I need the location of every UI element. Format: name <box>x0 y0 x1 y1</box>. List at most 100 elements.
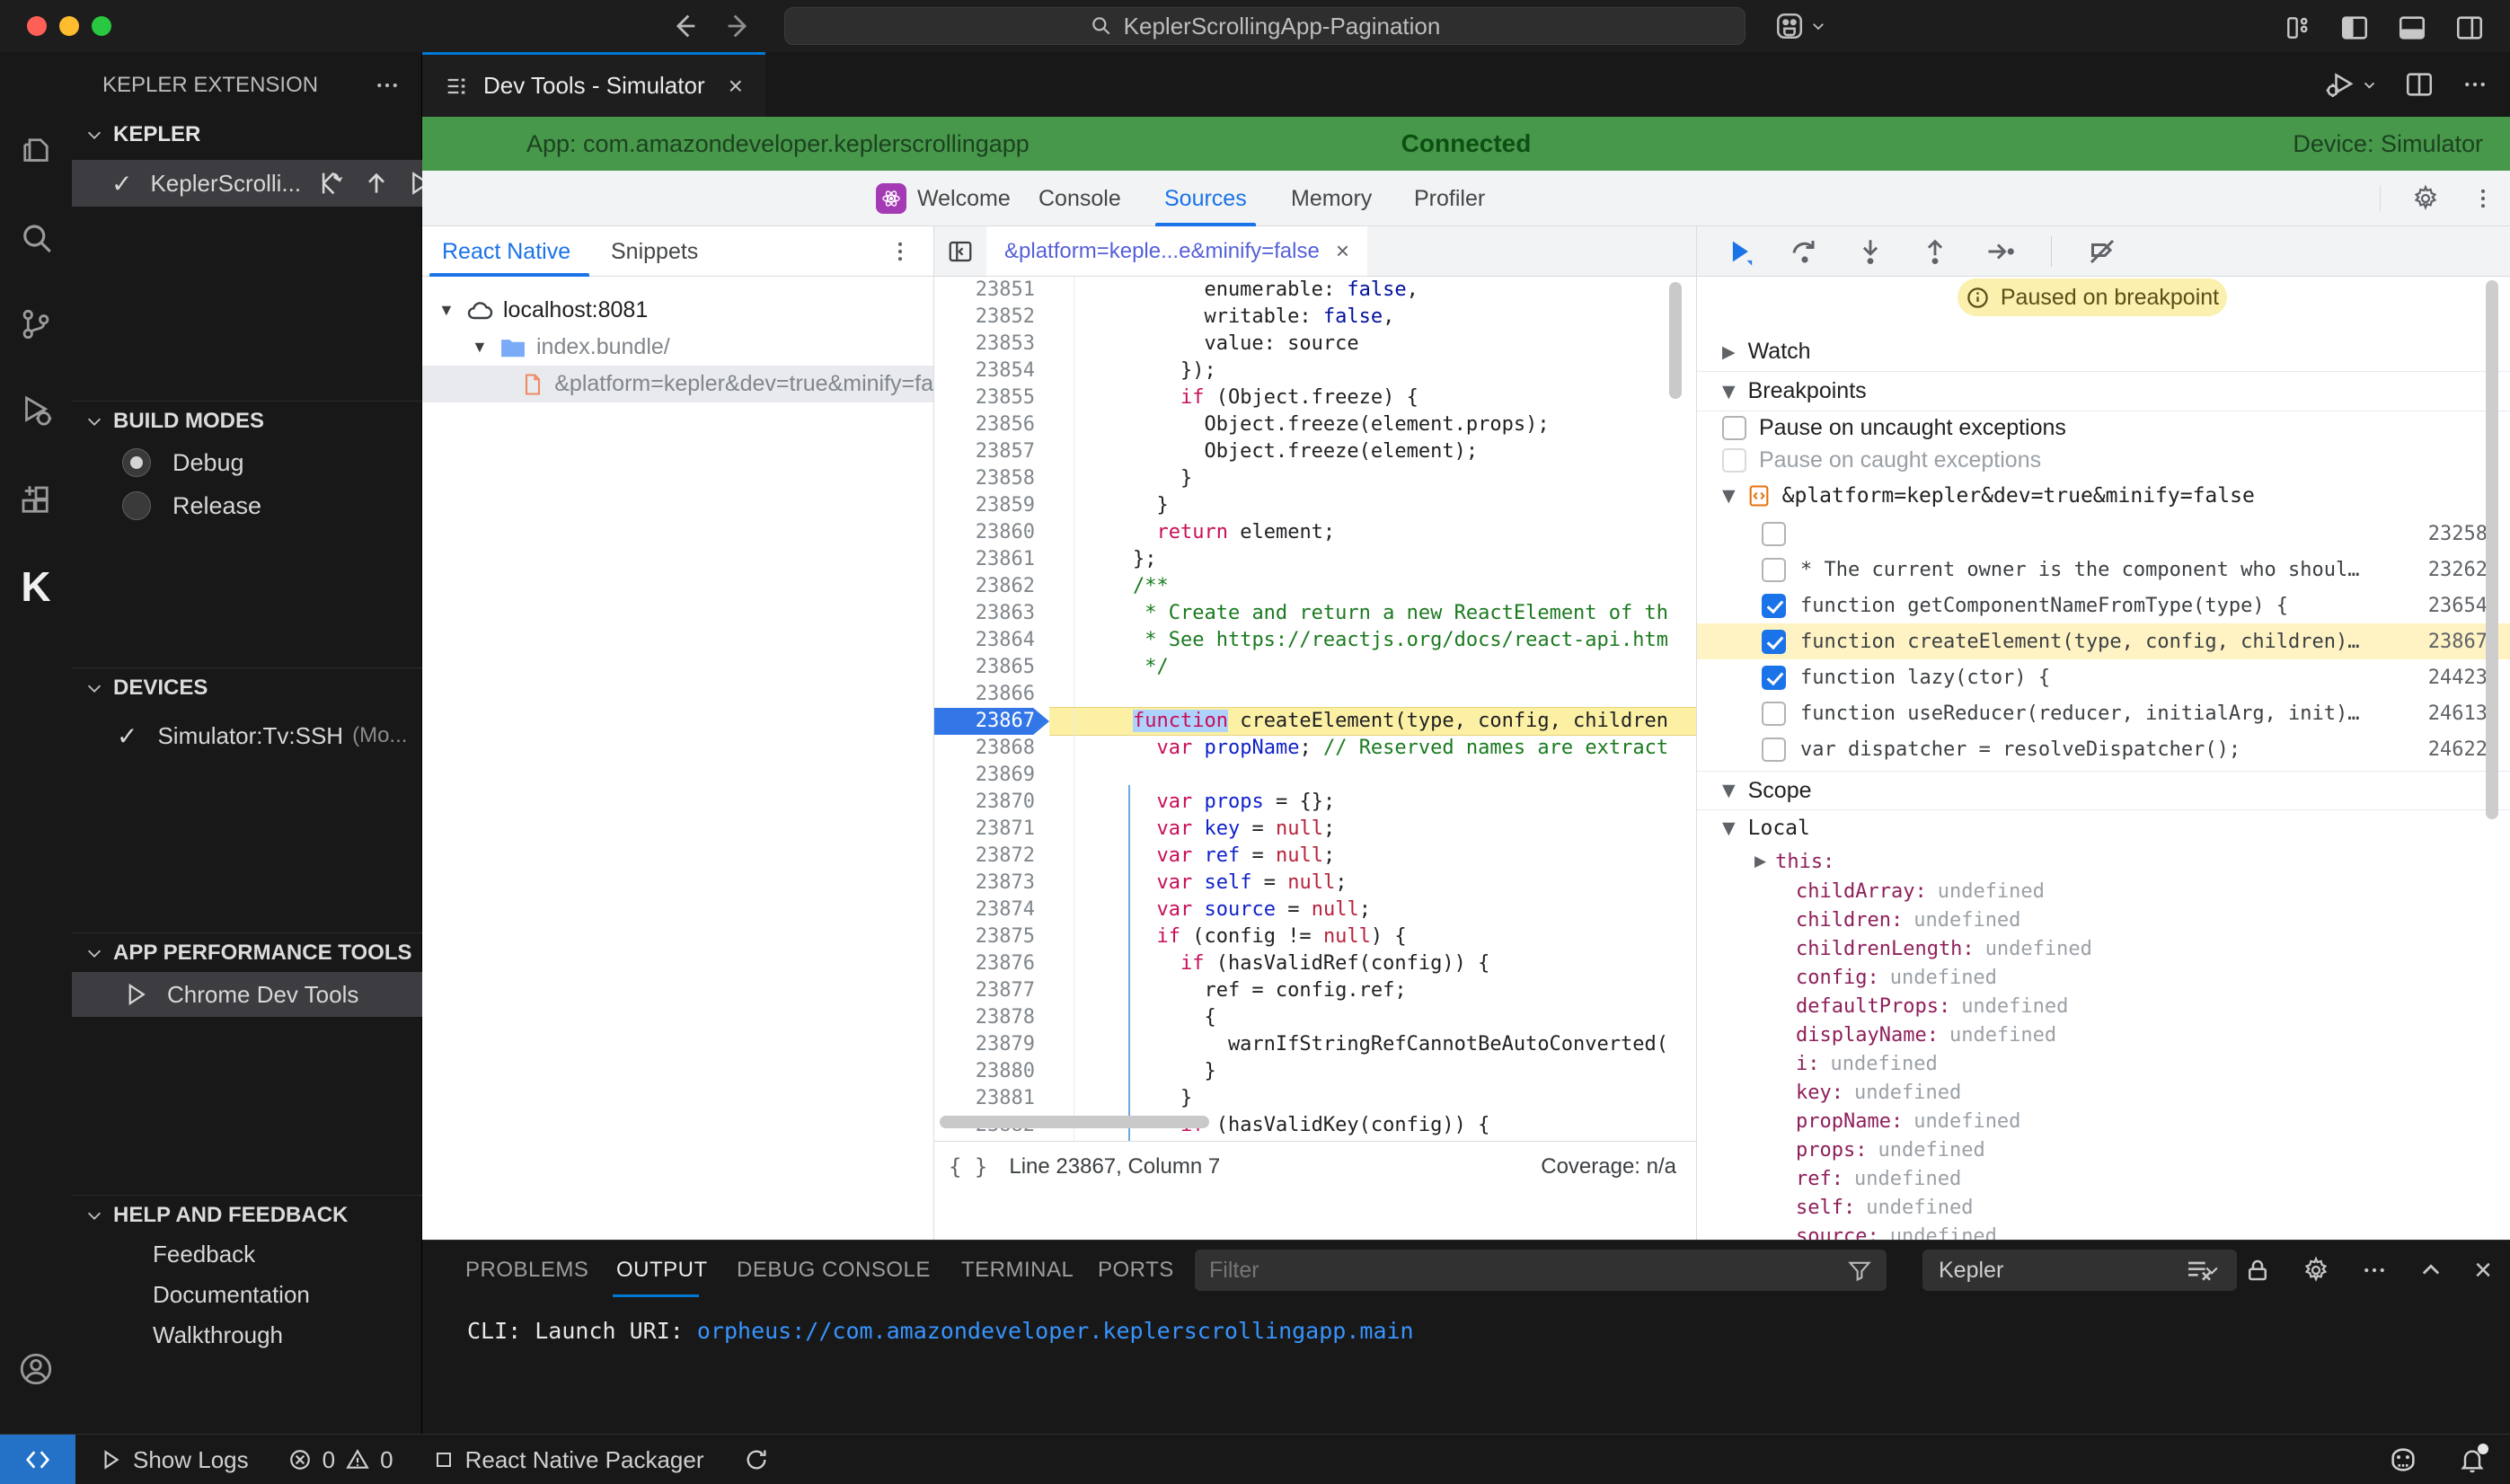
resume-script-icon[interactable] <box>1724 236 1754 267</box>
toggle-secondary-sidebar-icon[interactable] <box>2454 13 2485 43</box>
line-number[interactable]: 23868 <box>934 735 1049 762</box>
scope-variable-row[interactable]: key:undefined <box>1697 1078 2510 1107</box>
clear-output-icon[interactable] <box>2185 1256 2214 1285</box>
panel-tab-debug-console[interactable]: DEBUG CONSOLE <box>737 1241 931 1300</box>
breakpoint-checkbox[interactable] <box>1762 738 1786 762</box>
accounts-icon[interactable] <box>0 1338 72 1400</box>
breakpoint-row[interactable]: * The current owner is the component who… <box>1697 552 2510 587</box>
line-number[interactable]: 23869 <box>934 762 1049 789</box>
step-into-icon[interactable] <box>1855 236 1886 267</box>
scope-variable-row[interactable]: childrenLength:undefined <box>1697 934 2510 963</box>
extensions-icon[interactable] <box>0 469 72 532</box>
code-line[interactable]: 23877 ref = config.ref; <box>934 977 1696 1004</box>
breakpoint-row[interactable]: 23258 <box>1697 516 2510 552</box>
line-number[interactable]: 23861 <box>934 546 1049 573</box>
code-line[interactable]: 23862 /** <box>934 573 1696 600</box>
radio-button[interactable] <box>122 491 151 520</box>
radio-button[interactable] <box>122 448 151 477</box>
scope-variable-row[interactable]: props:undefined <box>1697 1135 2510 1164</box>
filter-input[interactable] <box>1209 1258 1836 1284</box>
toggle-panel-icon[interactable] <box>2397 13 2427 43</box>
scope-variable-row[interactable]: i:undefined <box>1697 1049 2510 1078</box>
code-line[interactable]: 23876 if (hasValidRef(config)) { <box>934 950 1696 977</box>
line-number[interactable]: 23880 <box>934 1058 1049 1085</box>
scope-section-header[interactable]: ▼ Scope <box>1697 771 2510 810</box>
debugger-scrollbar[interactable] <box>2486 280 2498 819</box>
scope-variable-row[interactable]: propName:undefined <box>1697 1107 2510 1135</box>
line-number[interactable]: 23857 <box>934 438 1049 465</box>
vertical-scrollbar[interactable] <box>1669 282 1682 399</box>
chrome-dev-tools-item[interactable]: Chrome Dev Tools <box>72 972 422 1017</box>
code-line[interactable]: 23854 }); <box>934 358 1696 384</box>
checkbox[interactable] <box>1722 416 1746 440</box>
history-forward-button[interactable] <box>723 11 754 41</box>
code-line[interactable]: 23872 var ref = null; <box>934 843 1696 870</box>
packager-status[interactable]: React Native Packager <box>433 1446 704 1474</box>
code-line[interactable]: 23855 if (Object.freeze) { <box>934 384 1696 411</box>
step-over-icon[interactable] <box>1789 235 1821 268</box>
line-number[interactable]: 23856 <box>934 411 1049 438</box>
breakpoint-row[interactable]: function getComponentNameFromType(type) … <box>1697 587 2510 623</box>
code-line[interactable]: 23859 } <box>934 492 1696 519</box>
build-mode-option-release[interactable]: Release <box>72 483 422 528</box>
close-panel-icon[interactable]: × <box>2474 1253 2492 1288</box>
code-line[interactable]: 23869 <box>934 762 1696 789</box>
toggle-navigator-icon[interactable] <box>947 238 974 265</box>
devtools-tab-memory[interactable]: Memory <box>1291 171 1372 226</box>
line-number[interactable]: 23863 <box>934 600 1049 627</box>
debug-run-menu-button[interactable] <box>2324 68 2377 101</box>
explorer-icon[interactable] <box>0 119 72 182</box>
file-tab[interactable]: &platform=keple...e&minify=false × <box>986 226 1367 276</box>
devtools-tab-sources[interactable]: Sources <box>1164 171 1247 226</box>
section-help-feedback[interactable]: HELP AND FEEDBACK <box>72 1195 422 1234</box>
devtools-tab-welcome[interactable]: Welcome <box>876 171 1011 226</box>
panel-tab-problems[interactable]: PROBLEMS <box>465 1241 588 1300</box>
notifications-bell-icon[interactable] <box>2458 1445 2487 1474</box>
devtools-tab-console[interactable]: Console <box>1038 171 1121 226</box>
watch-section-header[interactable]: ▶ Watch <box>1697 332 2510 372</box>
braces-icon[interactable]: { } <box>949 1154 987 1179</box>
current-execution-line[interactable]: 23867 function createElement(type, confi… <box>934 708 1696 735</box>
code-line[interactable]: 23880 } <box>934 1058 1696 1085</box>
copilot-icon[interactable] <box>2388 1444 2418 1475</box>
scope-variable-row[interactable]: children:undefined <box>1697 905 2510 934</box>
split-editor-icon[interactable] <box>2404 69 2435 100</box>
help-item-documentation[interactable]: Documentation <box>72 1275 422 1315</box>
breakpoint-row[interactable]: function lazy(ctor) {24423 <box>1697 659 2510 695</box>
code-line[interactable]: 23874 var source = null; <box>934 897 1696 923</box>
remote-indicator[interactable] <box>0 1435 75 1484</box>
code-line[interactable]: 23878 { <box>934 1004 1696 1031</box>
breakpoints-section-header[interactable]: ▼ Breakpoints <box>1697 372 2510 411</box>
scope-variable-row[interactable]: self:undefined <box>1697 1193 2510 1222</box>
section-build-modes[interactable]: BUILD MODES <box>72 401 422 440</box>
scope-local-group[interactable]: ▼ Local <box>1697 810 2510 846</box>
devtools-settings-gear-icon[interactable] <box>2411 184 2440 213</box>
scope-variable-row[interactable]: defaultProps:undefined <box>1697 992 2510 1020</box>
code-line[interactable]: 23853 value: source <box>934 331 1696 358</box>
line-number[interactable]: 23876 <box>934 950 1049 977</box>
code-editor[interactable]: 23851 enumerable: false,23852 writable: … <box>934 277 1696 1141</box>
code-line[interactable]: 23879 warnIfStringRefCannotBeAutoConvert… <box>934 1031 1696 1058</box>
customize-layout-icon[interactable] <box>2284 13 2312 42</box>
line-number[interactable]: 23881 <box>934 1085 1049 1112</box>
kepler-app-item[interactable]: ✓ KeplerScrolli... <box>72 160 422 207</box>
show-logs-button[interactable]: Show Logs <box>99 1446 249 1474</box>
build-icon[interactable] <box>317 168 348 199</box>
line-number[interactable]: 23862 <box>934 573 1049 600</box>
breakpoint-row[interactable]: var dispatcher = resolveDispatcher();246… <box>1697 731 2510 767</box>
step-out-icon[interactable] <box>1920 236 1950 267</box>
breakpoint-checkbox[interactable] <box>1762 702 1786 726</box>
zoom-window-button[interactable] <box>92 16 111 36</box>
code-line[interactable]: 23852 writable: false, <box>934 304 1696 331</box>
panel-tab-ports[interactable]: PORTS <box>1098 1241 1174 1300</box>
layout-presets-button[interactable] <box>1774 11 1826 41</box>
search-icon[interactable] <box>0 208 72 270</box>
breakpoint-row[interactable]: function useReducer(reducer, initialArg,… <box>1697 695 2510 731</box>
code-line[interactable]: 23865 */ <box>934 654 1696 681</box>
deactivate-breakpoints-icon[interactable] <box>2086 235 2118 268</box>
line-number[interactable]: 23858 <box>934 465 1049 492</box>
code-line[interactable]: 23864 * See https://reactjs.org/docs/rea… <box>934 627 1696 654</box>
scope-variable-row[interactable]: childArray:undefined <box>1697 877 2510 905</box>
code-line[interactable]: 23861 }; <box>934 546 1696 573</box>
line-number[interactable]: 23877 <box>934 977 1049 1004</box>
